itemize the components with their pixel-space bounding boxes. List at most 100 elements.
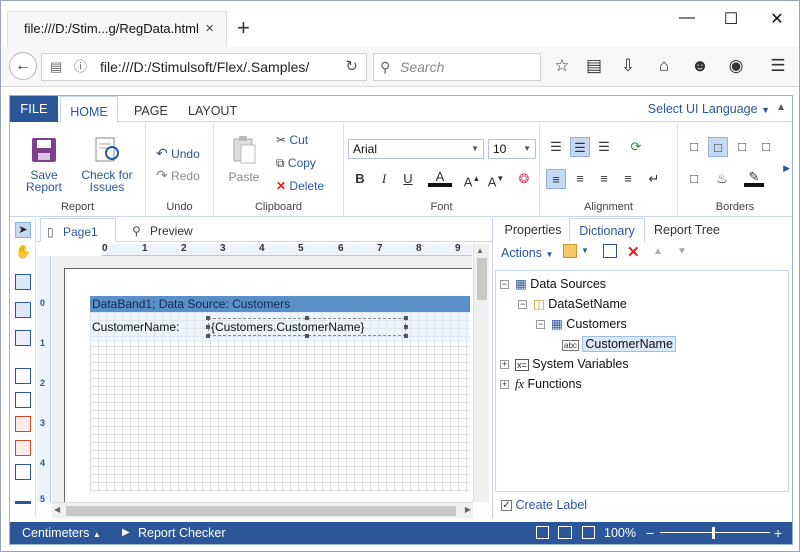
- resize-handle[interactable]: [404, 334, 408, 338]
- tree-item-dataset[interactable]: − ◫ DataSetName: [518, 295, 627, 313]
- language-select[interactable]: Select UI Language ▼: [648, 102, 770, 116]
- align-center-icon[interactable]: ≡: [570, 169, 590, 189]
- left-border-icon[interactable]: □: [756, 137, 776, 157]
- smiley-icon[interactable]: ☻: [689, 55, 711, 77]
- font-size-select[interactable]: 10 ▼: [488, 139, 536, 159]
- info-icon[interactable]: ⓘ: [74, 54, 87, 80]
- image-component-icon[interactable]: [15, 416, 31, 432]
- zoom-in-icon[interactable]: +: [774, 522, 782, 544]
- delete-item-icon[interactable]: ✕: [627, 243, 640, 261]
- header-band-icon[interactable]: [15, 302, 31, 318]
- check-for-issues-button[interactable]: Check for Issues: [74, 137, 140, 193]
- italic-button[interactable]: I: [374, 169, 394, 189]
- resize-handle[interactable]: [404, 316, 408, 320]
- collapse-icon[interactable]: −: [536, 320, 545, 330]
- line-component-icon[interactable]: [15, 488, 31, 504]
- grow-font-button[interactable]: A▲: [462, 169, 482, 189]
- ribbon-scroll-right-icon[interactable]: ▶: [783, 163, 790, 174]
- horizontal-scrollbar[interactable]: ◀ ▶: [52, 502, 473, 518]
- reload-icon[interactable]: ↻: [345, 54, 358, 80]
- design-canvas[interactable]: DataBand1; Data Source: Customers Custom…: [52, 256, 472, 502]
- copy-button[interactable]: ⧉ Copy: [276, 156, 316, 171]
- justify-icon[interactable]: ≡: [618, 169, 638, 189]
- resize-handle[interactable]: [305, 316, 309, 320]
- close-window-icon[interactable]: ✕: [767, 9, 787, 29]
- font-color-button[interactable]: A: [428, 167, 452, 187]
- tree-item-customers[interactable]: − ▦ Customers: [536, 315, 627, 333]
- tree-item-functions[interactable]: + fx Functions: [500, 375, 582, 393]
- report-checker-arrow-icon[interactable]: ▶: [122, 522, 130, 544]
- scrollbar-thumb[interactable]: [66, 506, 456, 516]
- data-band-header[interactable]: DataBand1; Data Source: Customers: [90, 296, 470, 312]
- align-bottom-icon[interactable]: ☰: [594, 137, 614, 157]
- back-arrow-icon[interactable]: ←: [9, 52, 37, 80]
- report-title-band-icon[interactable]: [15, 274, 31, 290]
- edit-icon[interactable]: [603, 244, 617, 258]
- home-icon[interactable]: ⌂: [653, 55, 675, 77]
- zoom-slider-handle[interactable]: [712, 527, 715, 539]
- actions-menu[interactable]: Actions ▼: [501, 246, 553, 260]
- border-style-icon[interactable]: □: [684, 169, 704, 189]
- tab-report-tree[interactable]: Report Tree: [649, 218, 725, 242]
- cut-button[interactable]: ✂ Cut: [276, 133, 308, 147]
- tab-layout[interactable]: LAYOUT: [188, 96, 237, 122]
- scroll-left-icon[interactable]: ◀: [54, 505, 60, 514]
- no-border-icon[interactable]: □: [708, 137, 728, 157]
- word-wrap-icon[interactable]: ↵: [644, 169, 664, 189]
- tree-item-customer-name[interactable]: abc CustomerName: [562, 335, 676, 353]
- all-borders-icon[interactable]: □: [684, 137, 704, 157]
- maximize-icon[interactable]: ☐: [721, 9, 741, 29]
- fit-width-icon[interactable]: [582, 526, 595, 539]
- reader-view-icon[interactable]: ▤: [50, 54, 62, 80]
- collapse-icon[interactable]: −: [500, 280, 509, 290]
- barcode-icon[interactable]: [15, 440, 31, 456]
- tab-page1[interactable]: ▯ Page1: [40, 218, 116, 242]
- paste-button[interactable]: Paste: [222, 135, 266, 183]
- minimize-icon[interactable]: —: [677, 9, 697, 27]
- resize-handle[interactable]: [305, 334, 309, 338]
- menu-icon[interactable]: ☰: [767, 55, 789, 77]
- download-icon[interactable]: ⇩: [617, 55, 639, 77]
- tab-home[interactable]: HOME: [60, 96, 118, 123]
- move-down-icon[interactable]: ▼: [677, 246, 687, 257]
- new-tab-button[interactable]: +: [237, 17, 250, 39]
- create-label-checkbox[interactable]: ✓ Create Label: [501, 498, 587, 512]
- select-cursor-icon[interactable]: ➤: [15, 222, 31, 238]
- align-right-icon[interactable]: ≡: [594, 169, 614, 189]
- tab-preview[interactable]: ⚲ Preview: [128, 218, 218, 242]
- collapse-icon[interactable]: −: [518, 300, 527, 310]
- resize-handle[interactable]: [206, 325, 210, 329]
- save-report-button[interactable]: Save Report: [16, 137, 72, 193]
- tab-properties[interactable]: Properties: [497, 218, 569, 242]
- bookmark-star-icon[interactable]: ☆: [551, 55, 573, 77]
- redo-button[interactable]: ↷ Redo: [156, 167, 200, 184]
- scrollbar-thumb[interactable]: [477, 258, 487, 300]
- report-checker-button[interactable]: Report Checker: [138, 522, 226, 544]
- underline-button[interactable]: U: [398, 169, 418, 189]
- move-up-icon[interactable]: ▲: [653, 246, 663, 257]
- zoom-out-icon[interactable]: −: [646, 522, 654, 544]
- delete-button[interactable]: ✕ Delete: [276, 179, 324, 193]
- tree-item-system-variables[interactable]: + x= System Variables: [500, 355, 629, 373]
- zoom-slider[interactable]: [660, 532, 770, 533]
- url-bar[interactable]: ▤ ⓘ file:///D:/Stimulsoft/Flex/.Samples/…: [41, 53, 367, 81]
- rotate-text-icon[interactable]: ⟳: [626, 137, 646, 157]
- bold-button[interactable]: B: [350, 169, 370, 189]
- pocket-icon[interactable]: ◉: [725, 55, 747, 77]
- data-band-icon[interactable]: [15, 330, 31, 346]
- undo-button[interactable]: ↶ Undo: [156, 145, 200, 162]
- resize-handle[interactable]: [404, 325, 408, 329]
- search-input[interactable]: ⚲ Search: [373, 53, 541, 81]
- scroll-up-icon[interactable]: ▲: [476, 246, 484, 255]
- resize-handle[interactable]: [206, 334, 210, 338]
- shrink-font-button[interactable]: A▼: [486, 169, 506, 189]
- collapse-ribbon-icon[interactable]: ▲: [776, 102, 786, 113]
- panel-component-icon[interactable]: [15, 464, 31, 480]
- text-component-icon[interactable]: [15, 368, 31, 384]
- top-border-icon[interactable]: □: [732, 137, 752, 157]
- close-tab-icon[interactable]: ×: [205, 12, 214, 46]
- tab-file[interactable]: FILE: [10, 96, 58, 122]
- scroll-right-icon[interactable]: ▶: [465, 505, 471, 514]
- tab-page[interactable]: PAGE: [134, 96, 168, 122]
- page-view-icon[interactable]: [536, 526, 549, 539]
